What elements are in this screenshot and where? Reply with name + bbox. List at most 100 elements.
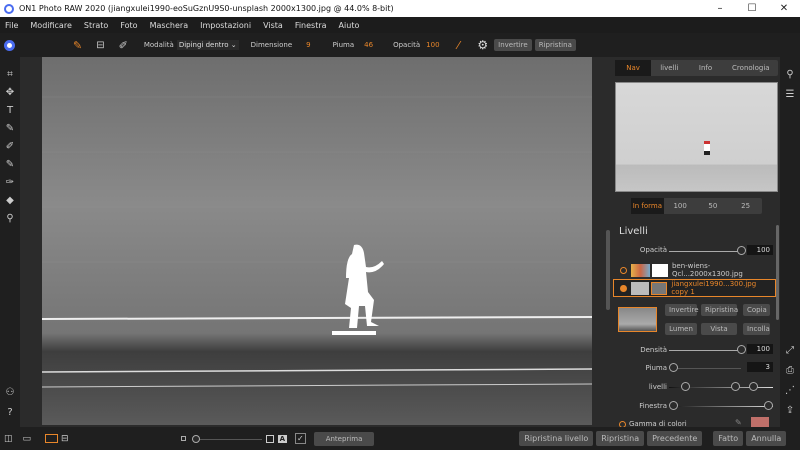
tool-well: ⌗ ✥ T ✎ ✐ ✎ ✑ ◆ ⚲ ⚇ ?	[0, 57, 20, 427]
upload-icon[interactable]: ⇪	[780, 405, 800, 425]
levels-black-knob[interactable]	[681, 382, 690, 391]
print-icon[interactable]: ⎙	[780, 365, 800, 385]
zoom-in-icon[interactable]	[265, 434, 274, 443]
brush-alt-icon[interactable]: ✐	[119, 39, 128, 52]
preview-button[interactable]: Anteprima	[313, 431, 375, 446]
mode-dropdown[interactable]: Dipingi dentro ⌄	[176, 40, 239, 50]
layer-opacity-slider[interactable]	[669, 251, 741, 252]
maximize-button[interactable]: ☐	[736, 3, 768, 14]
masking-brush-icon[interactable]: ✎	[73, 39, 82, 52]
mask-feather-knob[interactable]	[669, 363, 678, 372]
layer-visibility-icon[interactable]	[620, 284, 627, 292]
layer-opacity-value[interactable]: 100	[747, 245, 773, 255]
mask-paste-button[interactable]: Incolla	[743, 323, 770, 335]
menu-mask[interactable]: Maschera	[150, 21, 189, 30]
reset-all-button[interactable]: Ripristina	[596, 431, 645, 446]
mask-options-icon[interactable]: ⊟	[96, 40, 104, 51]
text-icon[interactable]: T	[0, 105, 20, 123]
menu-edit[interactable]: Modificare	[30, 21, 71, 30]
window-right-knob[interactable]	[764, 401, 773, 410]
split-view-icon[interactable]: ⊟	[61, 434, 69, 444]
layer-row[interactable]: ben-wiens-Qcl...2000x1300.jpg	[613, 261, 776, 279]
compare-icon[interactable]: ▭	[23, 434, 32, 444]
mask-view-button[interactable]: Vista	[701, 323, 737, 335]
levels-white-knob[interactable]	[749, 382, 758, 391]
magic-wand-icon[interactable]: ⁄	[458, 39, 460, 52]
move-icon[interactable]: ✥	[0, 87, 20, 105]
zoom-fit[interactable]: In forma	[631, 198, 664, 214]
eyedropper-icon[interactable]: ✎	[735, 418, 742, 427]
density-knob[interactable]	[737, 345, 746, 354]
export-icon[interactable]: ⤢	[780, 345, 800, 365]
tab-layers[interactable]: livelli	[651, 60, 687, 76]
mask-feather-value[interactable]: 3	[747, 362, 773, 372]
tab-nav[interactable]: Nav	[615, 60, 652, 76]
invert-button[interactable]: Invertire	[494, 39, 532, 51]
single-view-icon[interactable]	[45, 434, 59, 443]
panel-scrollbar[interactable]	[776, 225, 779, 320]
menu-bar: File Modificare Strato Foto Maschera Imp…	[0, 17, 800, 33]
minimize-button[interactable]: –	[704, 3, 736, 14]
layer-mask-thumbnail	[651, 263, 668, 277]
people-icon[interactable]: ⚇	[0, 387, 20, 405]
mask-lumen-button[interactable]: Lumen	[665, 323, 697, 335]
mask-invert-button[interactable]: Invertire	[665, 304, 699, 316]
edit-overlay-icon[interactable]: ✓	[295, 433, 306, 444]
mask-feather-slider[interactable]	[669, 368, 741, 369]
zoom-50[interactable]: 50	[697, 198, 730, 214]
menu-layer[interactable]: Strato	[84, 21, 108, 30]
zoom-slider[interactable]	[191, 434, 262, 443]
zoom-out-icon[interactable]	[180, 436, 186, 441]
levels-mid-knob[interactable]	[731, 382, 740, 391]
mask-reset-button[interactable]: Ripristina	[701, 304, 738, 316]
edit-sliders-icon[interactable]: ☰	[780, 89, 800, 109]
opacity-value[interactable]: 100	[426, 41, 439, 49]
help-icon[interactable]: ?	[0, 407, 20, 425]
window-left-knob[interactable]	[669, 401, 678, 410]
browse-icon[interactable]: ⚲	[780, 69, 800, 89]
navigator-preview[interactable]	[615, 82, 778, 192]
tab-history[interactable]: Cronologia	[724, 60, 778, 76]
layer-row-selected[interactable]: jiangxulei1990...300.jpg copy 1	[613, 279, 776, 297]
size-value[interactable]: 9	[306, 41, 310, 49]
menu-help[interactable]: Aiuto	[339, 21, 360, 30]
feather-value[interactable]: 46	[364, 41, 373, 49]
menu-window[interactable]: Finestra	[295, 21, 327, 30]
close-button[interactable]: ✕	[768, 3, 800, 14]
panel-left-toggle-icon[interactable]: ◫	[4, 434, 13, 444]
text-overlay-icon[interactable]: A	[277, 434, 287, 443]
window-title: ON1 Photo RAW 2020 (jiangxulei1990-eoSuG…	[19, 4, 394, 13]
app-logo-icon[interactable]	[4, 39, 15, 51]
zoom-25[interactable]: 25	[729, 198, 762, 214]
canvas-scrollbar[interactable]	[606, 230, 610, 310]
gear-icon[interactable]: ⚙	[477, 38, 488, 52]
color-swatch[interactable]	[751, 417, 769, 427]
adjust-brush-icon[interactable]: ✎	[0, 123, 20, 141]
reset-layer-button[interactable]: Ripristina livello	[519, 431, 594, 446]
image-canvas[interactable]	[42, 57, 592, 425]
density-value[interactable]: 100	[747, 344, 773, 354]
crop-icon[interactable]: ⌗	[0, 69, 20, 87]
layer-opacity-knob[interactable]	[737, 246, 746, 255]
menu-file[interactable]: File	[5, 21, 18, 30]
tab-info[interactable]: Info	[687, 60, 723, 76]
previous-button[interactable]: Precedente	[647, 431, 703, 446]
line-mask-icon[interactable]: ✑	[0, 177, 20, 195]
window-slider[interactable]	[669, 406, 773, 407]
zoom-100[interactable]: 100	[664, 198, 697, 214]
zoom-icon[interactable]: ⚲	[0, 213, 20, 231]
menu-photo[interactable]: Foto	[120, 21, 137, 30]
density-slider[interactable]	[669, 350, 741, 351]
retouch-icon[interactable]: ◆	[0, 195, 20, 213]
bottom-bar: ◫ ▭ ⊟ A ✓ Anteprima Ripristina livello R…	[0, 427, 800, 450]
share-icon[interactable]: ⋰	[780, 385, 800, 405]
masking-brush-tool-icon[interactable]: ✎	[0, 159, 20, 177]
layer-visibility-icon[interactable]	[620, 266, 627, 274]
perfect-brush-icon[interactable]: ✐	[0, 141, 20, 159]
menu-settings[interactable]: Impostazioni	[200, 21, 251, 30]
reset-button[interactable]: Ripristina	[534, 39, 576, 51]
mask-copy-button[interactable]: Copia	[743, 304, 770, 316]
cancel-button[interactable]: Annulla	[746, 431, 787, 446]
menu-view[interactable]: Vista	[263, 21, 283, 30]
done-button[interactable]: Fatto	[713, 431, 744, 446]
